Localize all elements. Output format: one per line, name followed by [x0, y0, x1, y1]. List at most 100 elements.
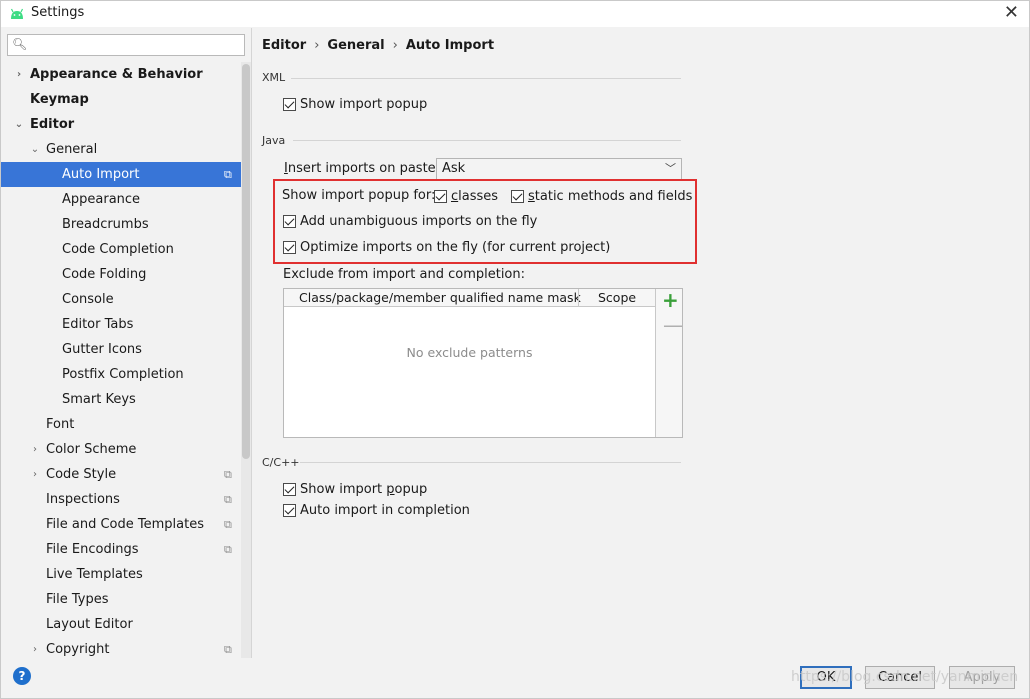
sidebar-item-label: Copyright: [46, 642, 110, 657]
sidebar-item-postfix-completion[interactable]: Postfix Completion: [1, 362, 241, 387]
sidebar-item-font[interactable]: Font: [1, 412, 241, 437]
sidebar-item-auto-import[interactable]: Auto Import ⧉: [1, 162, 241, 187]
settings-tree: › Appearance & Behavior Keymap ⌄ Editor ⌄ Gene…: [1, 62, 241, 658]
sidebar-item-label: Postfix Completion: [62, 367, 184, 382]
settings-window: Settings ✕ 🔍︎ › Appearance & Behavior Keym…: [0, 0, 1030, 699]
project-scope-icon: ⧉: [224, 518, 232, 531]
sidebar-item-file-types[interactable]: File Types: [1, 587, 241, 612]
ok-button[interactable]: OK: [800, 666, 852, 689]
sidebar-item-editor[interactable]: ⌄ Editor: [1, 112, 241, 137]
mnemonic-c: c: [451, 189, 459, 204]
search-input[interactable]: [30, 36, 240, 54]
sidebar-item-label: Code Completion: [62, 242, 174, 257]
exclude-table-header: Class/package/member qualified name mask…: [284, 289, 655, 307]
sidebar-item-label: Editor: [30, 117, 75, 132]
cpp-auto-import-completion-label: Auto import in completion: [300, 503, 470, 518]
optimize-imports-checkbox[interactable]: [283, 241, 296, 254]
chevron-down-icon[interactable]: ⌄: [13, 112, 25, 137]
sidebar-item-console[interactable]: Console: [1, 287, 241, 312]
sidebar-item-smart-keys[interactable]: Smart Keys: [1, 387, 241, 412]
chevron-right-icon[interactable]: ›: [29, 437, 41, 462]
help-icon[interactable]: ?: [13, 667, 31, 685]
android-icon: [10, 8, 24, 19]
add-icon[interactable]: +: [662, 290, 679, 310]
sidebar-item-inspections[interactable]: Inspections ⧉: [1, 487, 241, 512]
sidebar-item-code-folding[interactable]: Code Folding: [1, 262, 241, 287]
sidebar-item-label: File Types: [46, 592, 109, 607]
cpp-label-part: Show import: [300, 482, 387, 497]
search-box[interactable]: 🔍︎: [7, 34, 245, 56]
popup-for-label: Show import popup for:: [282, 188, 436, 203]
sidebar-item-appearance[interactable]: Appearance: [1, 187, 241, 212]
column-header-scope[interactable]: Scope: [598, 290, 636, 305]
sidebar-item-file-and-code-templates[interactable]: File and Code Templates ⧉: [1, 512, 241, 537]
insert-imports-label-text: nsert imports on paste:: [287, 161, 441, 176]
sidebar-item-keymap[interactable]: Keymap: [1, 87, 241, 112]
sidebar-item-file-encodings[interactable]: File Encodings ⧉: [1, 537, 241, 562]
chevron-right-icon[interactable]: ›: [13, 62, 25, 87]
chevron-right-icon[interactable]: ›: [29, 462, 41, 487]
project-scope-icon: ⧉: [224, 168, 232, 181]
cpp-show-import-popup-label: Show import popup: [300, 482, 427, 497]
cpp-auto-import-completion-row[interactable]: Auto import in completion: [283, 503, 470, 518]
sidebar-item-live-templates[interactable]: Live Templates: [1, 562, 241, 587]
add-unambiguous-row[interactable]: Add unambiguous imports on the fly: [283, 214, 537, 229]
classes-checkbox[interactable]: [434, 190, 447, 203]
cancel-button[interactable]: Cancel: [865, 666, 935, 689]
column-separator: [578, 289, 579, 307]
sidebar-item-label: File Encodings: [46, 542, 139, 557]
cpp-label-part: opup: [394, 482, 428, 497]
add-unambiguous-label: Add unambiguous imports on the fly: [300, 214, 538, 229]
sidebar-item-label: Live Templates: [46, 567, 143, 582]
optimize-imports-label: Optimize imports on the fly (for current…: [300, 240, 611, 255]
insert-imports-value: Ask: [442, 161, 466, 176]
exclude-table-body[interactable]: No exclude patterns: [284, 307, 655, 437]
table-toolbar: + —: [655, 289, 683, 437]
chevron-down-icon[interactable]: ⌄: [29, 137, 41, 162]
add-unambiguous-checkbox[interactable]: [283, 215, 296, 228]
settings-sidebar: 🔍︎ › Appearance & Behavior Keymap ⌄ Editor ⌄ G…: [1, 28, 252, 658]
breadcrumb-auto-import: Auto Import: [405, 38, 495, 53]
xml-show-import-popup-row[interactable]: Show import popup: [283, 97, 427, 112]
insert-imports-dropdown[interactable]: Ask ﹀: [436, 158, 682, 180]
classes-row[interactable]: classes: [434, 189, 498, 204]
sidebar-item-label: Keymap: [30, 92, 89, 107]
sidebar-item-color-scheme[interactable]: › Color Scheme: [1, 437, 241, 462]
sidebar-item-code-completion[interactable]: Code Completion: [1, 237, 241, 262]
project-scope-icon: ⧉: [224, 643, 232, 656]
sidebar-item-copyright[interactable]: › Copyright ⧉: [1, 637, 241, 658]
mnemonic-s: s: [528, 189, 535, 204]
cpp-show-import-popup-checkbox[interactable]: [283, 483, 296, 496]
cpp-auto-import-completion-checkbox[interactable]: [283, 504, 296, 517]
exclude-label: Exclude from import and completion:: [283, 267, 525, 282]
close-icon[interactable]: ✕: [1004, 3, 1019, 23]
section-title-cpp: C/C++: [262, 456, 300, 469]
breadcrumb-separator: ›: [314, 38, 320, 53]
sidebar-scrollbar-thumb[interactable]: [242, 64, 250, 459]
breadcrumb-separator: ›: [392, 38, 398, 53]
cpp-show-import-popup-row[interactable]: Show import popup: [283, 482, 427, 497]
project-scope-icon: ⧉: [224, 543, 232, 556]
optimize-imports-row[interactable]: Optimize imports on the fly (for current…: [283, 240, 610, 255]
sidebar-item-label: Font: [46, 417, 75, 432]
static-methods-checkbox[interactable]: [511, 190, 524, 203]
sidebar-item-label: Color Scheme: [46, 442, 137, 457]
empty-state-text: No exclude patterns: [406, 345, 533, 360]
sidebar-item-general[interactable]: ⌄ General: [1, 137, 241, 162]
sidebar-item-label: Smart Keys: [62, 392, 136, 407]
sidebar-item-label: General: [46, 142, 98, 157]
sidebar-item-layout-editor[interactable]: Layout Editor: [1, 612, 241, 637]
static-methods-label: static methods and fields: [528, 189, 693, 204]
sidebar-item-gutter-icons[interactable]: Gutter Icons: [1, 337, 241, 362]
sidebar-item-code-style[interactable]: › Code Style ⧉: [1, 462, 241, 487]
project-scope-icon: ⧉: [224, 493, 232, 506]
xml-show-import-popup-label: Show import popup: [300, 97, 428, 112]
sidebar-item-editor-tabs[interactable]: Editor Tabs: [1, 312, 241, 337]
chevron-right-icon[interactable]: ›: [29, 637, 41, 658]
sidebar-item-breadcrumbs[interactable]: Breadcrumbs: [1, 212, 241, 237]
column-header-mask[interactable]: Class/package/member qualified name mask: [299, 290, 581, 305]
xml-show-import-popup-checkbox[interactable]: [283, 98, 296, 111]
static-methods-row[interactable]: static methods and fields: [511, 189, 692, 204]
section-title-xml: XML: [262, 71, 286, 84]
sidebar-item-appearance-behavior[interactable]: › Appearance & Behavior: [1, 62, 241, 87]
